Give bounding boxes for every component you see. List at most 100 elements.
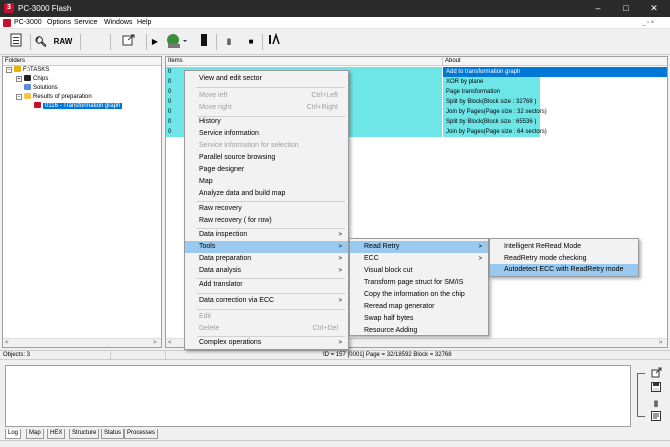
menu-item-data-preparation[interactable]: Data preparation > <box>185 253 348 265</box>
chip-icon <box>24 75 31 81</box>
menu-item-page-designer[interactable]: Page designer <box>185 164 348 176</box>
clear-log-button[interactable] <box>649 411 663 425</box>
scroll-left-icon[interactable]: < <box>168 340 172 346</box>
scroll-left-icon[interactable]: < <box>5 340 9 346</box>
tab-status[interactable]: Status <box>101 429 125 439</box>
scroll-right-icon[interactable]: > <box>153 340 157 346</box>
tab-processes[interactable]: Processes <box>124 429 159 439</box>
bottom-edge <box>0 440 670 447</box>
about-cell: XOR by plane <box>446 79 484 85</box>
graph-icon <box>34 102 41 108</box>
menu-item-history[interactable]: History <box>185 116 348 128</box>
reset-button[interactable] <box>266 32 282 51</box>
tree-item-transformation-graph[interactable]: 0116 - Transformation graph <box>34 102 123 110</box>
menu-item-intelligent-reread[interactable]: Intelligent ReRead Mode <box>490 241 638 253</box>
pause-icon: ǁ <box>653 399 659 409</box>
menu-item-autodetect-ecc[interactable]: Autodetect ECC with ReadRetry mode <box>490 264 638 276</box>
pause-icon: ǁ <box>226 37 232 47</box>
about-cell: Add to transformation graph <box>446 69 521 75</box>
raw-button[interactable]: RAW <box>52 33 74 51</box>
menu-item-data-inspection[interactable]: Data inspection > <box>185 229 348 241</box>
mdi-window-controls[interactable]: _ ▫ × <box>642 18 654 28</box>
menu-item-move-right[interactable]: Move right Ctrl+Right <box>185 102 348 114</box>
save-log-button[interactable] <box>649 382 663 396</box>
left-hscrollbar[interactable]: < > <box>3 338 161 347</box>
menu-item-data-correction-ecc[interactable]: Data correction via ECC > <box>185 295 348 307</box>
save-icon <box>651 382 661 392</box>
scroll-right-icon[interactable]: > <box>659 340 663 346</box>
menu-item-move-left[interactable]: Move left Ctrl+Left <box>185 90 348 102</box>
menu-item-delete[interactable]: Delete Ctrl+Del <box>185 323 348 335</box>
device-button[interactable] <box>164 33 188 51</box>
menu-pc3000[interactable]: PC-3000 <box>14 18 42 28</box>
about-column-header[interactable]: About <box>442 57 667 66</box>
menu-item-transform-page-struct[interactable]: Transform page struct for SM/IS <box>350 277 488 289</box>
close-button[interactable]: ✕ <box>640 0 668 17</box>
collapse-icon[interactable]: − <box>6 67 12 73</box>
context-menu: View and edit sector Move left Ctrl+Left … <box>184 70 349 350</box>
menu-item-raw-recovery-row[interactable]: Raw recovery ( for row) <box>185 215 348 227</box>
play-button[interactable]: ▶ <box>150 33 160 51</box>
menu-item-map[interactable]: Map <box>185 176 348 188</box>
menu-options[interactable]: Options <box>47 18 71 28</box>
menu-item-complex-operations[interactable]: Complex operations > <box>185 337 348 349</box>
items-column-header[interactable]: Items <box>166 57 442 66</box>
window-title: PC-3000 Flash <box>18 4 72 13</box>
menu-item-ecc[interactable]: ECC > <box>350 253 488 265</box>
task-icon <box>10 33 22 47</box>
menu-item-visual-block-cut[interactable]: Visual block cut <box>350 265 488 277</box>
tree-item-solutions[interactable]: Solutions <box>24 84 58 92</box>
about-cell: Page transformation <box>446 89 501 95</box>
menu-item-view-edit-sector[interactable]: View and edit sector <box>185 73 348 85</box>
expand-icon[interactable]: + <box>16 76 22 82</box>
tab-map[interactable]: Map <box>26 429 44 439</box>
maximize-button[interactable]: □ <box>612 0 640 17</box>
pause-log-button[interactable]: ǁ <box>649 397 663 411</box>
menu-help[interactable]: Help <box>137 18 151 28</box>
menu-item-read-retry[interactable]: Read Retry > <box>350 241 488 253</box>
minimize-button[interactable]: – <box>584 0 612 17</box>
folder-icon <box>14 66 21 72</box>
tab-log[interactable]: Log <box>5 429 22 439</box>
tab-structure[interactable]: Structure <box>69 429 100 439</box>
export-button[interactable] <box>118 33 140 51</box>
about-cell: Join by Pages(Page size : 64 sectors) <box>446 129 547 135</box>
log-panel <box>5 365 631 427</box>
menu-item-service-info-selection[interactable]: Service information for selection <box>185 140 348 152</box>
pause-button[interactable]: ǁ <box>222 33 236 51</box>
clear-icon <box>651 411 661 421</box>
about-cell: Split by Block(Block size : 65536 ) <box>446 119 537 125</box>
app-logo-icon: 3 <box>4 3 14 13</box>
tree-item-tasks[interactable]: − F:\TASKS <box>6 66 49 74</box>
menu-item-swap-half-bytes[interactable]: Swap half bytes <box>350 313 488 325</box>
task-button[interactable] <box>6 33 26 51</box>
title-bar: 3 PC-3000 Flash – □ ✕ <box>0 0 670 17</box>
export-log-button[interactable] <box>649 367 663 381</box>
menu-windows[interactable]: Windows <box>104 18 132 28</box>
menu-item-edit[interactable]: Edit <box>185 311 348 323</box>
chip-icon <box>201 34 207 46</box>
menu-item-parallel-browsing[interactable]: Parallel source browsing <box>185 152 348 164</box>
menu-item-tools[interactable]: Tools > <box>185 241 348 253</box>
menu-item-raw-recovery[interactable]: Raw recovery <box>185 203 348 215</box>
bottom-tabs: Log Map HEX Structure Status Processes <box>0 429 670 439</box>
menu-item-copy-info-chip[interactable]: Copy the information on the chip <box>350 289 488 301</box>
tree-item-chips[interactable]: + Chips <box>16 75 48 83</box>
menu-service[interactable]: Service <box>74 18 97 28</box>
tree-item-results[interactable]: − Results of preparation <box>16 93 92 101</box>
menu-item-resource-adding[interactable]: Resource Adding <box>350 325 488 337</box>
about-cell: Join by Pages(Page size : 32 sectors) <box>446 109 547 115</box>
toolbar: 🔍︎ RAW ▶ ǁ ■ <box>0 29 670 55</box>
menu-item-reread-map-generator[interactable]: Reread map generator <box>350 301 488 313</box>
menu-item-analyze-build-map[interactable]: Analyze data and build map <box>185 188 348 200</box>
stop-button[interactable]: ■ <box>244 33 258 51</box>
chip-button[interactable] <box>198 33 210 51</box>
menu-item-add-translator[interactable]: Add translator <box>185 279 348 291</box>
collapse-icon[interactable]: − <box>16 94 22 100</box>
menu-item-service-information[interactable]: Service information <box>185 128 348 140</box>
objects-count: Objects: 3 <box>3 352 31 358</box>
binoculars-button[interactable]: 🔍︎ <box>34 33 48 51</box>
menu-item-data-analysis[interactable]: Data analysis > <box>185 265 348 277</box>
solutions-icon <box>24 84 31 90</box>
tab-hex[interactable]: HEX <box>47 429 66 439</box>
